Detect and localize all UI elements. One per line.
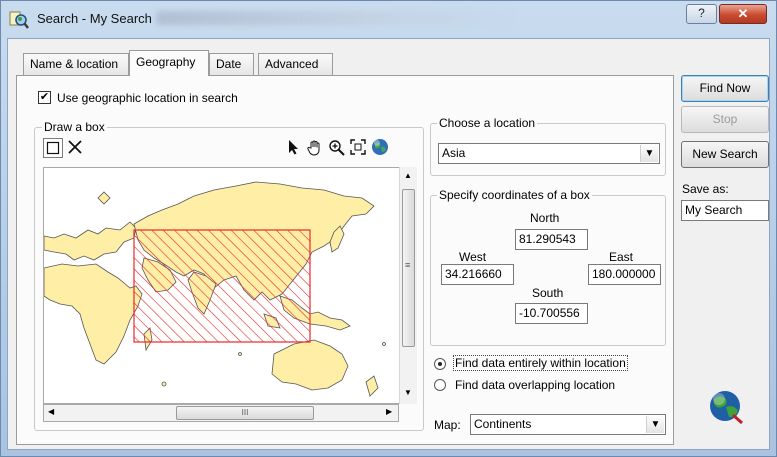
full-extent-tool[interactable] bbox=[348, 139, 368, 159]
north-label: North bbox=[530, 211, 560, 225]
map-select[interactable]: Continents ▼ bbox=[470, 414, 666, 435]
search-app-icon bbox=[9, 10, 29, 30]
map-dropdown-arrow-icon[interactable]: ▼ bbox=[646, 416, 664, 433]
east-label: East bbox=[609, 250, 634, 264]
new-search-button[interactable]: New Search bbox=[681, 141, 769, 168]
location-select[interactable]: Asia ▼ bbox=[438, 143, 660, 164]
clear-box-button[interactable] bbox=[65, 138, 85, 158]
coordinates-label: Specify coordinates of a box bbox=[437, 188, 592, 202]
searching-globe-icon bbox=[706, 387, 746, 427]
save-as-input[interactable]: My Search bbox=[681, 200, 769, 221]
tab-date[interactable]: Date bbox=[209, 53, 254, 75]
pan-tool[interactable] bbox=[305, 139, 325, 159]
find-now-button[interactable]: Find Now bbox=[681, 75, 769, 102]
arrow-pointer-icon bbox=[289, 140, 298, 155]
vertical-scroll-thumb[interactable]: ≡ bbox=[402, 189, 415, 347]
zoom-in-icon bbox=[329, 140, 345, 156]
map-view[interactable] bbox=[43, 167, 417, 404]
tab-name-location[interactable]: Name & location bbox=[23, 53, 129, 75]
globe-icon bbox=[372, 139, 388, 155]
rectangle-tool-button[interactable] bbox=[43, 138, 63, 158]
overlapping-location-label[interactable]: Find data overlapping location bbox=[455, 378, 615, 392]
map-horizontal-scrollbar[interactable]: ◀ III ▶ bbox=[43, 404, 399, 422]
scroll-left-arrow-icon[interactable]: ◀ bbox=[48, 407, 54, 416]
overlapping-location-radio[interactable] bbox=[434, 379, 446, 391]
west-input[interactable]: 34.216660 bbox=[441, 264, 514, 285]
use-location-label[interactable]: Use geographic location in search bbox=[57, 91, 238, 105]
globe-tool[interactable] bbox=[370, 138, 390, 158]
tab-advanced[interactable]: Advanced bbox=[258, 53, 333, 75]
location-select-value: Asia bbox=[442, 146, 466, 160]
within-location-radio[interactable] bbox=[434, 358, 446, 370]
horizontal-scroll-thumb[interactable]: III bbox=[176, 406, 314, 420]
south-input[interactable]: -10.700556 bbox=[515, 303, 588, 324]
redacted-path bbox=[156, 11, 516, 25]
world-map bbox=[44, 181, 386, 397]
tab-geography[interactable]: Geography bbox=[129, 50, 209, 76]
map-select-value: Continents bbox=[474, 417, 532, 431]
map-vertical-scrollbar[interactable]: ▲ ≡ ▼ bbox=[399, 167, 417, 404]
rectangle-icon bbox=[46, 141, 60, 155]
scroll-up-arrow-icon[interactable]: ▲ bbox=[404, 171, 412, 180]
north-input[interactable]: 81.290543 bbox=[515, 229, 588, 250]
hand-icon bbox=[307, 140, 320, 156]
scroll-right-arrow-icon[interactable]: ▶ bbox=[386, 407, 392, 416]
west-label: West bbox=[459, 250, 487, 264]
zoom-in-tool[interactable] bbox=[327, 139, 347, 159]
save-as-label: Save as: bbox=[682, 182, 729, 196]
use-location-checkbox[interactable]: ✔ bbox=[38, 91, 51, 104]
east-input[interactable]: 180.000000 bbox=[588, 264, 661, 285]
select-arrow-tool[interactable] bbox=[283, 139, 303, 159]
stop-button[interactable]: Stop bbox=[681, 106, 769, 133]
draw-box-label: Draw a box bbox=[42, 120, 107, 134]
map-label: Map: bbox=[434, 418, 461, 432]
help-button[interactable]: ? bbox=[686, 4, 717, 24]
scroll-down-arrow-icon[interactable]: ▼ bbox=[404, 388, 412, 397]
south-label: South bbox=[532, 286, 564, 300]
horizontal-grip-icon: III bbox=[241, 408, 249, 417]
close-button[interactable]: ✕ bbox=[719, 4, 767, 24]
within-location-label[interactable]: Find data entirely within location bbox=[453, 355, 628, 371]
choose-location-label: Choose a location bbox=[437, 116, 538, 130]
title-bar[interactable]: Search - My Search ? ✕ bbox=[0, 0, 777, 38]
location-dropdown-arrow-icon[interactable]: ▼ bbox=[640, 145, 658, 162]
full-extent-icon bbox=[350, 139, 366, 155]
vertical-grip-icon: ≡ bbox=[405, 260, 411, 270]
window-title: Search - My Search bbox=[37, 11, 152, 26]
x-icon bbox=[68, 140, 82, 154]
